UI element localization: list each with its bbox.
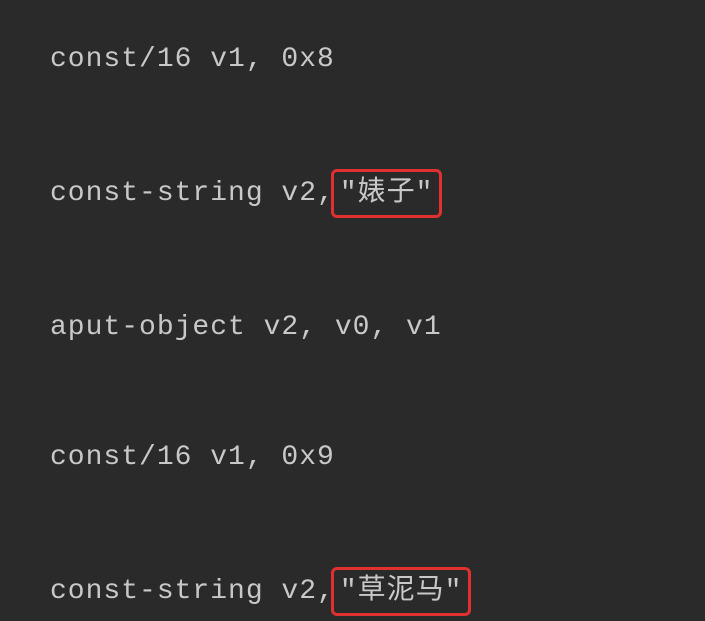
highlighted-string: "草泥马" (331, 567, 472, 616)
code-line-2: const-string v2, "婊子" (50, 169, 655, 218)
code-text: const/16 v1, 0x9 (50, 442, 335, 473)
code-line-4: const/16 v1, 0x9 (50, 438, 655, 477)
highlighted-string: "婊子" (331, 169, 443, 218)
code-line-3: aput-object v2, v0, v1 (50, 308, 655, 347)
code-text: const-string v2, (50, 178, 335, 209)
code-text: const/16 v1, 0x8 (50, 44, 335, 75)
code-text: aput-object v2, v0, v1 (50, 312, 442, 343)
code-line-5: const-string v2, "草泥马" (50, 567, 655, 616)
code-text: const-string v2, (50, 576, 335, 607)
code-line-1: const/16 v1, 0x8 (50, 40, 655, 79)
